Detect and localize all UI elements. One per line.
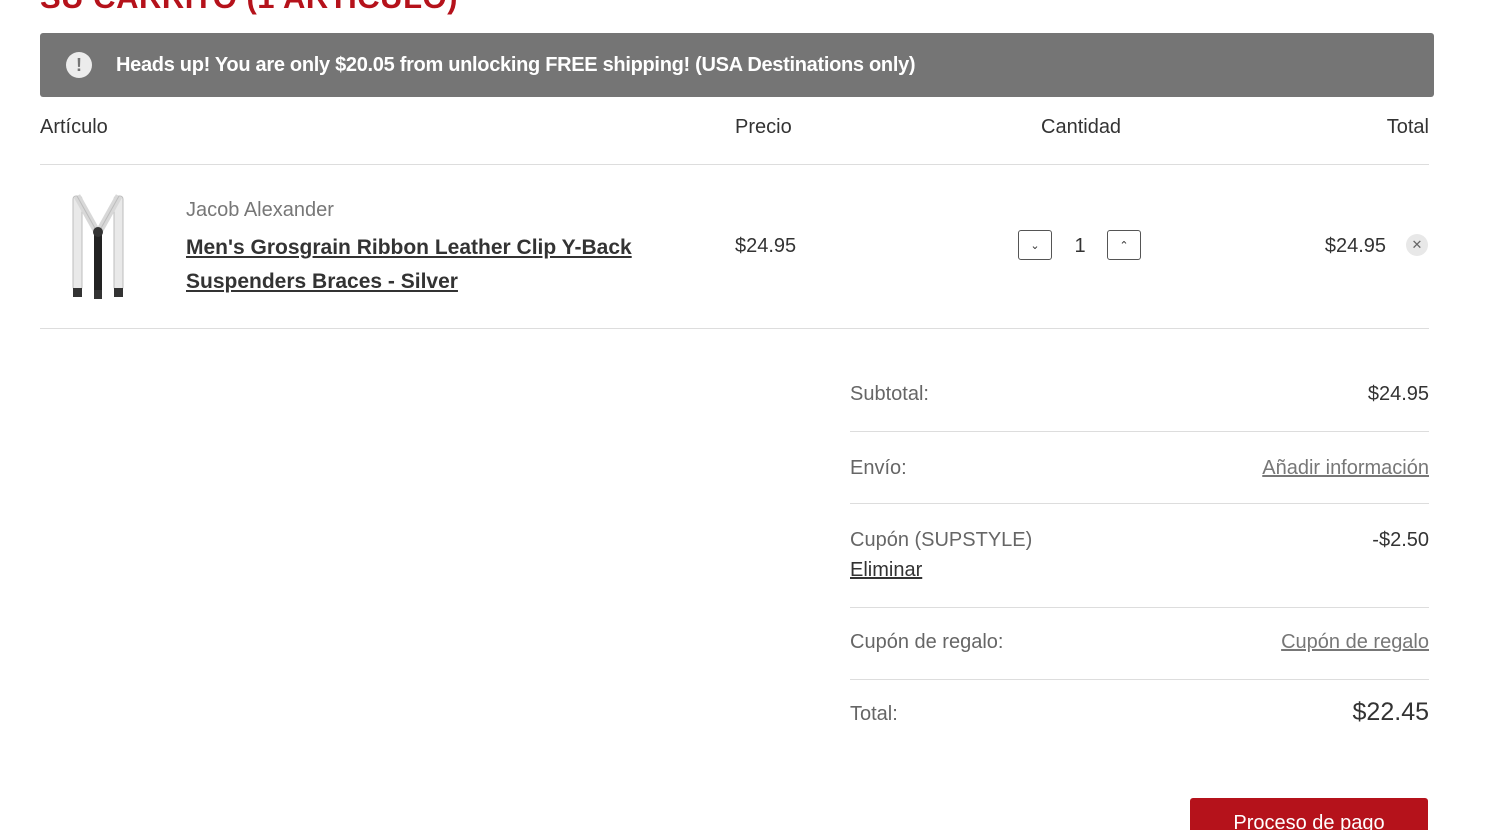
- quantity-value[interactable]: 1: [1066, 235, 1094, 258]
- page-title: SU CARRITO (1 ARTÍCULO): [40, 0, 458, 16]
- divider: [40, 328, 1429, 329]
- close-icon: ✕: [1411, 237, 1423, 252]
- total-label: Total:: [850, 703, 898, 725]
- quantity-increase-button[interactable]: ⌃: [1107, 230, 1141, 260]
- cart-page: SU CARRITO (1 ARTÍCULO) ! Heads up! You …: [0, 0, 1500, 830]
- item-price: $24.95: [735, 235, 797, 257]
- remove-coupon-link[interactable]: Eliminar: [850, 559, 922, 582]
- grand-total-value: $22.45: [1352, 698, 1429, 726]
- checkout-button[interactable]: Proceso de pago: [1190, 798, 1428, 830]
- coupon-value: -$2.50: [1372, 529, 1429, 551]
- divider: [40, 164, 1429, 165]
- product-brand: Jacob Alexander: [186, 199, 334, 221]
- divider: [850, 431, 1429, 432]
- divider: [850, 607, 1429, 608]
- divider: [850, 679, 1429, 680]
- add-shipping-info-link[interactable]: Añadir información: [1262, 457, 1429, 480]
- remove-item-button[interactable]: ✕: [1406, 234, 1428, 256]
- product-name-link[interactable]: Men's Grosgrain Ribbon Leather Clip Y-Ba…: [186, 231, 676, 299]
- column-header-quantity: Cantidad: [1041, 116, 1122, 138]
- gift-coupon-link[interactable]: Cupón de regalo: [1281, 631, 1429, 654]
- coupon-label: Cupón (SUPSTYLE): [850, 529, 1033, 551]
- checkout-button-label: Proceso de pago: [1233, 812, 1385, 830]
- free-shipping-banner: ! Heads up! You are only $20.05 from unl…: [40, 33, 1434, 97]
- chevron-down-icon: ⌄: [1030, 239, 1040, 252]
- subtotal-label: Subtotal:: [850, 383, 929, 405]
- chevron-up-icon: ⌃: [1119, 239, 1129, 252]
- column-header-item: Artículo: [40, 116, 108, 138]
- shipping-label: Envío:: [850, 457, 907, 479]
- column-header-total: Total: [1386, 116, 1429, 138]
- banner-text: Heads up! You are only $20.05 from unloc…: [116, 53, 916, 76]
- item-line-total: $24.95: [1324, 235, 1386, 257]
- quantity-decrease-button[interactable]: ⌄: [1018, 230, 1052, 260]
- divider: [850, 503, 1429, 504]
- gift-coupon-label: Cupón de regalo:: [850, 631, 1004, 653]
- product-thumbnail[interactable]: [64, 186, 132, 304]
- subtotal-value: $24.95: [1367, 383, 1429, 405]
- column-header-price: Precio: [735, 116, 792, 138]
- exclamation-icon: !: [66, 52, 92, 78]
